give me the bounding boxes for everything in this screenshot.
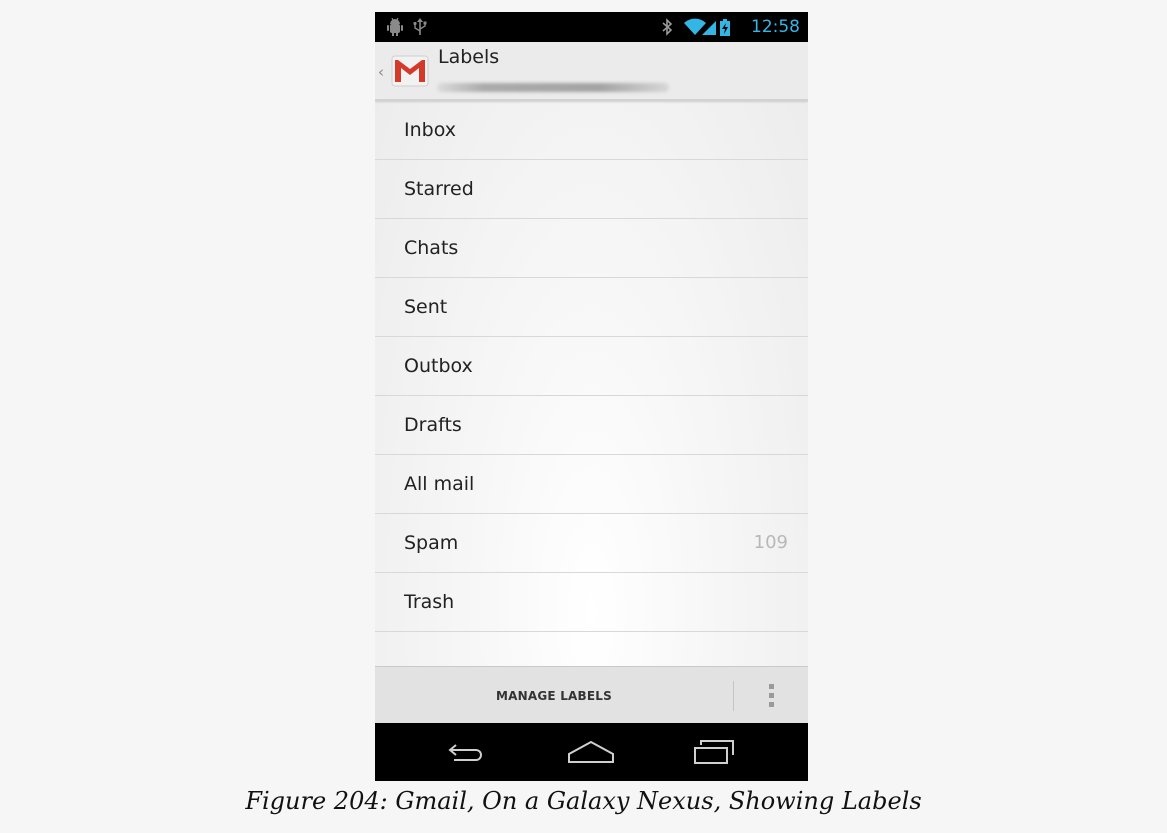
bar-divider [733,681,734,711]
back-icon [448,744,482,761]
recent-apps-icon [694,740,734,764]
label-row[interactable]: Outbox [375,337,808,396]
action-bar-title: Labels [438,46,500,68]
android-debug-icon [387,12,403,42]
status-bar: 12:58 [375,12,808,42]
bluetooth-icon [661,12,673,42]
label-name: Trash [404,591,455,613]
bottom-action-bar: MANAGE LABELS [375,666,808,724]
up-caret-icon: ‹ [378,63,384,81]
label-name: Chats [404,237,459,259]
battery-icon [720,12,730,42]
label-name: Starred [404,178,474,200]
label-row[interactable]: Spam 109 [375,514,808,573]
label-row[interactable]: Starred [375,160,808,219]
gmail-icon [391,54,429,92]
label-unread-count: 109 [753,532,788,553]
label-name: Spam [404,532,459,554]
overflow-menu-button[interactable] [747,667,795,724]
navigation-bar [375,723,808,781]
recent-apps-button[interactable] [669,723,759,781]
label-name: All mail [404,473,475,495]
account-redacted [437,83,669,92]
figure-caption: Figure 204: Gmail, On a Galaxy Nexus, Sh… [245,787,922,815]
phone-screen: 12:58 ‹ Labels Inbox Starred Chats Sent Outb… [375,12,808,781]
up-button[interactable]: ‹ [375,42,435,99]
label-row[interactable]: Inbox [375,101,808,160]
label-row[interactable]: All mail [375,455,808,514]
label-row[interactable]: Drafts [375,396,808,455]
label-name: Drafts [404,414,462,436]
label-row[interactable]: Trash [375,573,808,632]
usb-icon [413,12,427,42]
home-button[interactable] [546,723,636,781]
manage-labels-button[interactable]: MANAGE LABELS [375,667,733,724]
overflow-menu-icon [768,682,774,709]
label-name: Outbox [404,355,473,377]
label-name: Sent [404,296,448,318]
status-clock: 12:58 [751,17,800,37]
action-bar: ‹ Labels [375,42,808,101]
label-row[interactable]: Sent [375,278,808,337]
home-icon [568,740,614,763]
label-row[interactable]: Chats [375,219,808,278]
label-list: Inbox Starred Chats Sent Outbox Drafts All mai… [375,101,808,632]
back-button[interactable] [423,723,513,781]
signal-icon [701,12,717,42]
label-name: Inbox [404,119,456,141]
